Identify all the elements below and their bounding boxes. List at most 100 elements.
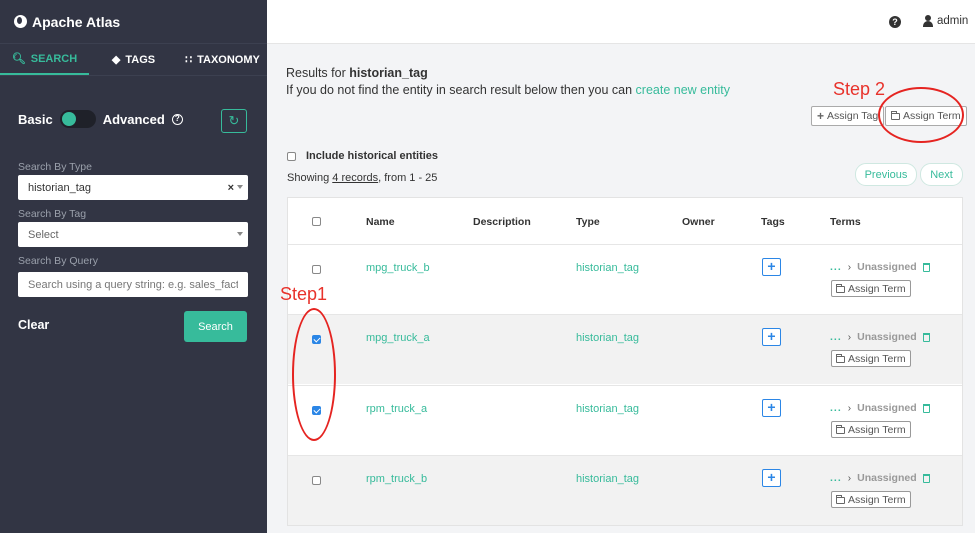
brand[interactable]: Apache Atlas (0, 0, 267, 44)
type-select-value: historian_tag (28, 181, 91, 194)
chevron-down-icon (237, 232, 243, 236)
records-summary: Showing 4 records, from 1 - 25 (287, 172, 438, 184)
add-tag-button[interactable]: + (762, 469, 781, 487)
search-by-query-label: Search By Query (18, 255, 98, 267)
next-button[interactable]: Next (920, 163, 963, 186)
row-assign-term-button[interactable]: Assign Term (831, 421, 911, 438)
terms-cell: ... › Unassigned (830, 261, 930, 273)
sidebar-tabs: 🔍︎ SEARCH ◆ TAGS ∷ TAXONOMY (0, 44, 267, 76)
annotation-step2: Step 2 (833, 79, 886, 99)
table-row: rpm_truck_a historian_tag +... › Unassigned A… (288, 385, 962, 455)
create-entity-link[interactable]: create new entity (636, 83, 731, 97)
refresh-button[interactable]: ↻ (221, 109, 247, 133)
row-assign-term-button[interactable]: Assign Term (831, 350, 911, 367)
folder-icon (836, 424, 845, 434)
include-historical-label: Include historical entities (306, 150, 439, 162)
add-tag-button[interactable]: + (762, 328, 781, 346)
results-table: Name Description Type Owner Tags Terms m… (287, 197, 963, 526)
row-checkbox[interactable] (312, 265, 321, 274)
search-icon: 🔍︎ (11, 53, 26, 65)
annotation-step1-circle (292, 308, 336, 441)
chevron-down-icon (237, 185, 243, 189)
previous-button[interactable]: Previous (855, 163, 917, 186)
entity-type-link[interactable]: historian_tag (576, 332, 639, 344)
column-header-description[interactable]: Description (473, 216, 531, 228)
table-row: mpg_truck_a historian_tag + ... › Unassigned A… (288, 314, 962, 384)
more-terms-icon[interactable]: ... (830, 402, 842, 414)
search-by-type-select[interactable]: historian_tag × (18, 175, 248, 200)
user-menu[interactable]: admin (923, 15, 968, 27)
include-historical-checkbox[interactable] (287, 151, 296, 161)
top-bar: ? admin (267, 0, 975, 44)
trash-icon[interactable] (922, 262, 930, 272)
tab-taxonomy[interactable]: ∷ TAXONOMY (178, 44, 267, 75)
search-by-type-label: Search By Type (18, 161, 92, 173)
annotation-step1: Step1 (280, 284, 328, 304)
column-header-type[interactable]: Type (576, 216, 600, 228)
folder-icon (836, 283, 845, 293)
term-value: Unassigned (857, 261, 917, 273)
table-row: rpm_truck_b historian_tag +... › Unassigned A… (288, 455, 962, 525)
chevron-right-icon: › (847, 402, 852, 414)
basic-label: Basic (18, 111, 53, 127)
user-name: admin (937, 15, 969, 27)
sidebar: Apache Atlas 🔍︎ SEARCH ◆ TAGS ∷ TAXONOMY… (0, 0, 267, 533)
refresh-icon: ↻ (228, 113, 240, 128)
search-button[interactable]: Search (184, 311, 247, 342)
plus-icon: + (817, 109, 825, 123)
results-subtitle: If you do not find the entity in search … (286, 83, 731, 97)
trash-icon[interactable] (922, 403, 930, 413)
entity-name-link[interactable]: rpm_truck_a (366, 403, 427, 415)
terms-cell: ... › Unassigned (830, 331, 930, 343)
assign-tag-button[interactable]: + Assign Tag (811, 106, 885, 126)
app-title: Apache Atlas (32, 13, 121, 30)
entity-type-link[interactable]: historian_tag (576, 262, 639, 274)
clear-button[interactable]: Clear (18, 318, 49, 332)
advanced-label: Advanced (102, 111, 165, 127)
tab-tags[interactable]: ◆ TAGS (89, 44, 178, 75)
include-historical-row: Include historical entities (287, 150, 438, 162)
mode-toggle[interactable] (59, 110, 96, 128)
trash-icon[interactable] (922, 332, 930, 342)
select-all-checkbox[interactable] (312, 217, 321, 226)
column-header-terms: Terms (830, 216, 861, 228)
toggle-knob (61, 112, 76, 126)
entity-name-link[interactable]: mpg_truck_b (366, 262, 430, 274)
globe-icon (14, 15, 27, 28)
query-input[interactable] (28, 278, 238, 291)
help-circle-icon[interactable]: ? (889, 16, 901, 28)
tab-search[interactable]: 🔍︎ SEARCH (0, 44, 89, 75)
folder-icon (836, 494, 845, 504)
help-icon[interactable]: ? (171, 113, 183, 125)
entity-name-link[interactable]: rpm_truck_b (366, 473, 427, 485)
term-value: Unassigned (857, 402, 917, 414)
row-assign-term-button[interactable]: Assign Term (831, 280, 911, 297)
entity-type-link[interactable]: historian_tag (576, 403, 639, 415)
more-terms-icon[interactable]: ... (830, 331, 842, 343)
user-icon (923, 15, 933, 27)
more-terms-icon[interactable]: ... (830, 261, 842, 273)
records-count: 4 records (332, 172, 379, 184)
search-by-tag-select[interactable]: Select (18, 222, 248, 247)
row-checkbox[interactable] (312, 476, 321, 485)
table-row: mpg_truck_b historian_tag +... › Unassigned A… (288, 244, 962, 314)
entity-type-link[interactable]: historian_tag (576, 473, 639, 485)
column-header-owner[interactable]: Owner (682, 216, 715, 228)
entity-name-link[interactable]: mpg_truck_a (366, 332, 430, 344)
column-header-tags: Tags (761, 216, 785, 228)
terms-cell: ... › Unassigned (830, 472, 930, 484)
add-tag-button[interactable]: + (762, 399, 781, 417)
results-title: Results for historian_tag (286, 66, 428, 80)
sitemap-icon: ∷ (185, 54, 193, 66)
column-header-name[interactable]: Name (366, 216, 395, 228)
search-mode-row: Basic Advanced ? (18, 110, 183, 128)
tag-icon: ◆ (111, 54, 121, 66)
more-terms-icon[interactable]: ... (830, 472, 842, 484)
row-assign-term-button[interactable]: Assign Term (831, 491, 911, 508)
clear-selection-icon[interactable]: × (228, 182, 234, 194)
chevron-right-icon: › (847, 472, 852, 484)
trash-icon[interactable] (922, 473, 930, 483)
add-tag-button[interactable]: + (762, 258, 781, 276)
search-by-query-field (18, 272, 248, 297)
chevron-right-icon: › (847, 261, 852, 273)
